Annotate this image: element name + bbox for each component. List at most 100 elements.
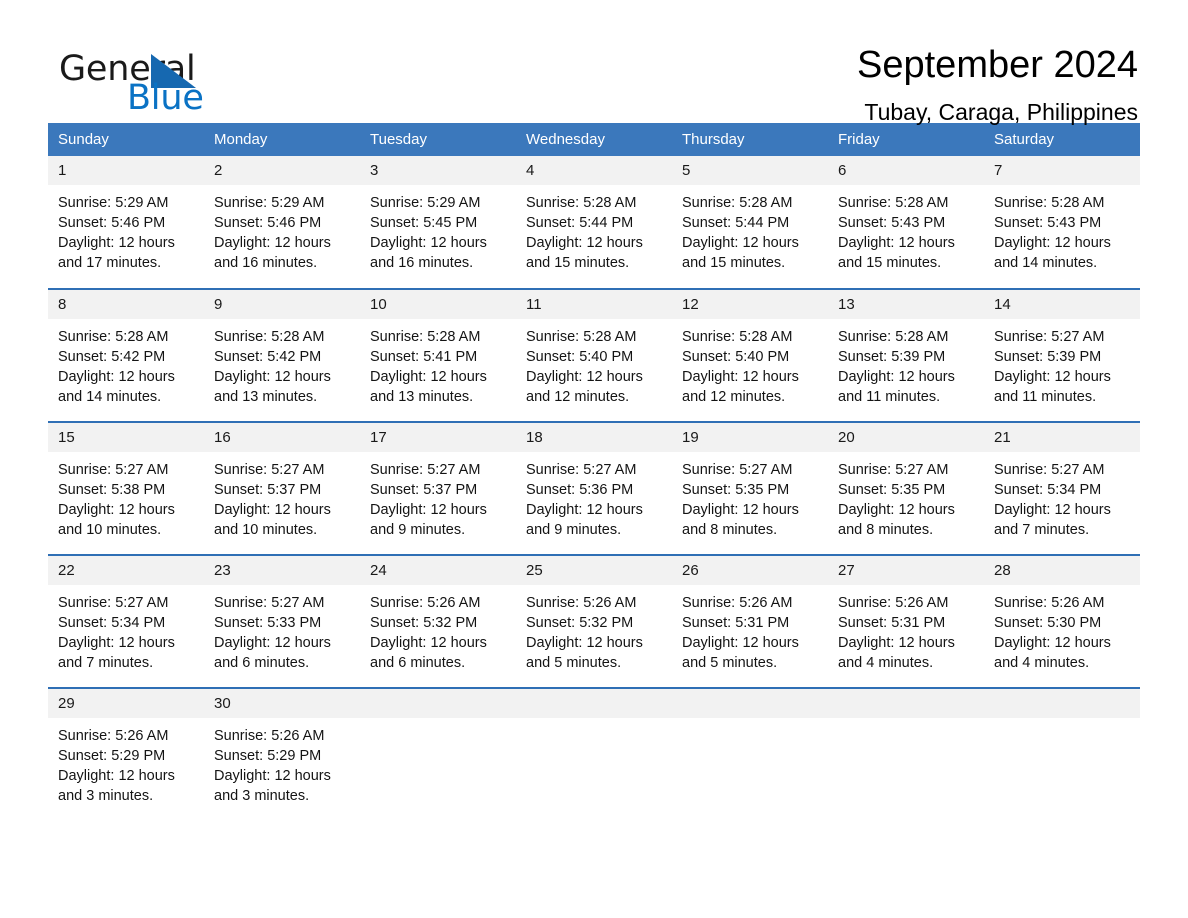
day-number bbox=[516, 689, 672, 718]
day-details bbox=[984, 718, 1140, 726]
daylight-text-line2: and 13 minutes. bbox=[370, 389, 474, 405]
sunset-text: Sunset: 5:42 PM bbox=[58, 349, 166, 365]
day-details: Sunrise: 5:29 AM Sunset: 5:46 PM Daylight:… bbox=[204, 185, 360, 273]
day-number bbox=[360, 689, 516, 718]
daylight-text-line2: and 14 minutes. bbox=[58, 389, 162, 405]
day-number bbox=[984, 689, 1140, 718]
daylight-text-line2: and 15 minutes. bbox=[526, 255, 630, 271]
day-details: Sunrise: 5:26 AM Sunset: 5:29 PM Daylight:… bbox=[204, 718, 360, 806]
day-number: 6 bbox=[828, 156, 984, 185]
day-cell[interactable]: 8 Sunrise: 5:28 AM Sunset: 5:42 PM Daylight… bbox=[48, 288, 204, 422]
week-row: 8 Sunrise: 5:28 AM Sunset: 5:42 PM Daylight… bbox=[48, 288, 1140, 422]
day-details bbox=[828, 718, 984, 726]
page-header: General Blue September 2024 Tubay, Carag… bbox=[48, 0, 1140, 124]
day-cell[interactable]: 11 Sunrise: 5:28 AM Sunset: 5:40 PM Dayligh… bbox=[516, 288, 672, 422]
day-cell[interactable]: 17 Sunrise: 5:27 AM Sunset: 5:37 PM Dayligh… bbox=[360, 421, 516, 555]
daylight-text-line2: and 5 minutes. bbox=[526, 655, 622, 671]
daylight-text-line2: and 16 minutes. bbox=[214, 255, 318, 271]
day-cell[interactable]: 20 Sunrise: 5:27 AM Sunset: 5:35 PM Dayligh… bbox=[828, 421, 984, 555]
day-cell[interactable]: 22 Sunrise: 5:27 AM Sunset: 5:34 PM Dayligh… bbox=[48, 554, 204, 688]
sunset-text: Sunset: 5:46 PM bbox=[214, 215, 322, 231]
daylight-text-line1: Daylight: 12 hours bbox=[838, 369, 955, 385]
sunrise-text: Sunrise: 5:28 AM bbox=[214, 329, 325, 345]
sunset-text: Sunset: 5:32 PM bbox=[370, 615, 478, 631]
daylight-text-line2: and 17 minutes. bbox=[58, 255, 162, 271]
day-cell[interactable]: 7 Sunrise: 5:28 AM Sunset: 5:43 PM Daylight… bbox=[984, 156, 1140, 289]
day-number: 19 bbox=[672, 423, 828, 452]
daylight-text-line1: Daylight: 12 hours bbox=[994, 235, 1111, 251]
daylight-text-line1: Daylight: 12 hours bbox=[526, 235, 643, 251]
day-cell[interactable]: 29 Sunrise: 5:26 AM Sunset: 5:29 PM Dayligh… bbox=[48, 687, 204, 821]
sunset-text: Sunset: 5:37 PM bbox=[370, 482, 478, 498]
day-number: 13 bbox=[828, 290, 984, 319]
week-row: 15 Sunrise: 5:27 AM Sunset: 5:38 PM Dayligh… bbox=[48, 421, 1140, 555]
day-cell[interactable]: 30 Sunrise: 5:26 AM Sunset: 5:29 PM Dayligh… bbox=[204, 687, 360, 821]
day-number: 1 bbox=[48, 156, 204, 185]
day-cell[interactable]: 6 Sunrise: 5:28 AM Sunset: 5:43 PM Daylight… bbox=[828, 156, 984, 289]
daylight-text-line2: and 13 minutes. bbox=[214, 389, 318, 405]
day-number: 28 bbox=[984, 556, 1140, 585]
day-details bbox=[360, 718, 516, 726]
sunset-text: Sunset: 5:34 PM bbox=[58, 615, 166, 631]
day-cell[interactable]: 4 Sunrise: 5:28 AM Sunset: 5:44 PM Daylight… bbox=[516, 156, 672, 289]
day-cell[interactable]: 12 Sunrise: 5:28 AM Sunset: 5:40 PM Dayligh… bbox=[672, 288, 828, 422]
daylight-text-line1: Daylight: 12 hours bbox=[58, 369, 175, 385]
daylight-text-line2: and 4 minutes. bbox=[838, 655, 934, 671]
day-details: Sunrise: 5:28 AM Sunset: 5:40 PM Daylight:… bbox=[672, 319, 828, 407]
day-cell-empty bbox=[984, 687, 1140, 821]
day-cell[interactable]: 2 Sunrise: 5:29 AM Sunset: 5:46 PM Daylight… bbox=[204, 156, 360, 289]
sunrise-text: Sunrise: 5:28 AM bbox=[526, 195, 637, 211]
day-cell[interactable]: 15 Sunrise: 5:27 AM Sunset: 5:38 PM Dayligh… bbox=[48, 421, 204, 555]
day-cell[interactable]: 27 Sunrise: 5:26 AM Sunset: 5:31 PM Dayligh… bbox=[828, 554, 984, 688]
day-number: 29 bbox=[48, 689, 204, 718]
day-cell[interactable]: 28 Sunrise: 5:26 AM Sunset: 5:30 PM Dayligh… bbox=[984, 554, 1140, 688]
sunset-text: Sunset: 5:30 PM bbox=[994, 615, 1102, 631]
week-row: 29 Sunrise: 5:26 AM Sunset: 5:29 PM Dayligh… bbox=[48, 687, 1140, 821]
day-details: Sunrise: 5:27 AM Sunset: 5:35 PM Daylight:… bbox=[672, 452, 828, 540]
day-cell[interactable]: 10 Sunrise: 5:28 AM Sunset: 5:41 PM Dayligh… bbox=[360, 288, 516, 422]
day-cell[interactable]: 18 Sunrise: 5:27 AM Sunset: 5:36 PM Dayligh… bbox=[516, 421, 672, 555]
generalblue-logo[interactable]: General Blue bbox=[48, 46, 248, 118]
day-number: 4 bbox=[516, 156, 672, 185]
day-cell[interactable]: 16 Sunrise: 5:27 AM Sunset: 5:37 PM Dayligh… bbox=[204, 421, 360, 555]
sunset-text: Sunset: 5:32 PM bbox=[526, 615, 634, 631]
sunset-text: Sunset: 5:40 PM bbox=[526, 349, 634, 365]
sunset-text: Sunset: 5:36 PM bbox=[526, 482, 634, 498]
day-cell[interactable]: 3 Sunrise: 5:29 AM Sunset: 5:45 PM Daylight… bbox=[360, 156, 516, 289]
daylight-text-line1: Daylight: 12 hours bbox=[682, 635, 799, 651]
sunrise-text: Sunrise: 5:28 AM bbox=[682, 329, 793, 345]
daylight-text-line2: and 16 minutes. bbox=[370, 255, 474, 271]
calendar-page: General Blue September 2024 Tubay, Carag… bbox=[0, 0, 1188, 918]
day-cell[interactable]: 5 Sunrise: 5:28 AM Sunset: 5:44 PM Daylight… bbox=[672, 156, 828, 289]
day-number: 3 bbox=[360, 156, 516, 185]
day-cell[interactable]: 9 Sunrise: 5:28 AM Sunset: 5:42 PM Daylight… bbox=[204, 288, 360, 422]
daylight-text-line2: and 12 minutes. bbox=[526, 389, 630, 405]
sunset-text: Sunset: 5:35 PM bbox=[838, 482, 946, 498]
daylight-text-line2: and 8 minutes. bbox=[682, 522, 778, 538]
day-cell[interactable]: 26 Sunrise: 5:26 AM Sunset: 5:31 PM Dayligh… bbox=[672, 554, 828, 688]
day-cell[interactable]: 19 Sunrise: 5:27 AM Sunset: 5:35 PM Dayligh… bbox=[672, 421, 828, 555]
weekday-header-monday: Monday bbox=[204, 123, 360, 156]
day-details: Sunrise: 5:28 AM Sunset: 5:44 PM Daylight:… bbox=[672, 185, 828, 273]
day-cell[interactable]: 1 Sunrise: 5:29 AM Sunset: 5:46 PM Daylight… bbox=[48, 156, 204, 289]
daylight-text-line1: Daylight: 12 hours bbox=[58, 502, 175, 518]
day-cell[interactable]: 21 Sunrise: 5:27 AM Sunset: 5:34 PM Dayligh… bbox=[984, 421, 1140, 555]
day-details: Sunrise: 5:27 AM Sunset: 5:34 PM Daylight:… bbox=[48, 585, 204, 673]
daylight-text-line1: Daylight: 12 hours bbox=[838, 235, 955, 251]
title-block: September 2024 Tubay, Caraga, Philippine… bbox=[857, 44, 1140, 124]
daylight-text-line2: and 15 minutes. bbox=[682, 255, 786, 271]
page-title: September 2024 bbox=[857, 44, 1138, 86]
daylight-text-line1: Daylight: 12 hours bbox=[838, 635, 955, 651]
day-details: Sunrise: 5:28 AM Sunset: 5:41 PM Daylight:… bbox=[360, 319, 516, 407]
day-cell[interactable]: 25 Sunrise: 5:26 AM Sunset: 5:32 PM Dayligh… bbox=[516, 554, 672, 688]
daylight-text-line2: and 3 minutes. bbox=[214, 788, 310, 804]
day-cell-empty bbox=[672, 687, 828, 821]
day-number: 24 bbox=[360, 556, 516, 585]
daylight-text-line1: Daylight: 12 hours bbox=[526, 502, 643, 518]
day-cell[interactable]: 14 Sunrise: 5:27 AM Sunset: 5:39 PM Dayligh… bbox=[984, 288, 1140, 422]
day-cell[interactable]: 23 Sunrise: 5:27 AM Sunset: 5:33 PM Dayligh… bbox=[204, 554, 360, 688]
day-number: 25 bbox=[516, 556, 672, 585]
day-cell[interactable]: 13 Sunrise: 5:28 AM Sunset: 5:39 PM Dayligh… bbox=[828, 288, 984, 422]
day-cell[interactable]: 24 Sunrise: 5:26 AM Sunset: 5:32 PM Dayligh… bbox=[360, 554, 516, 688]
sunset-text: Sunset: 5:41 PM bbox=[370, 349, 478, 365]
